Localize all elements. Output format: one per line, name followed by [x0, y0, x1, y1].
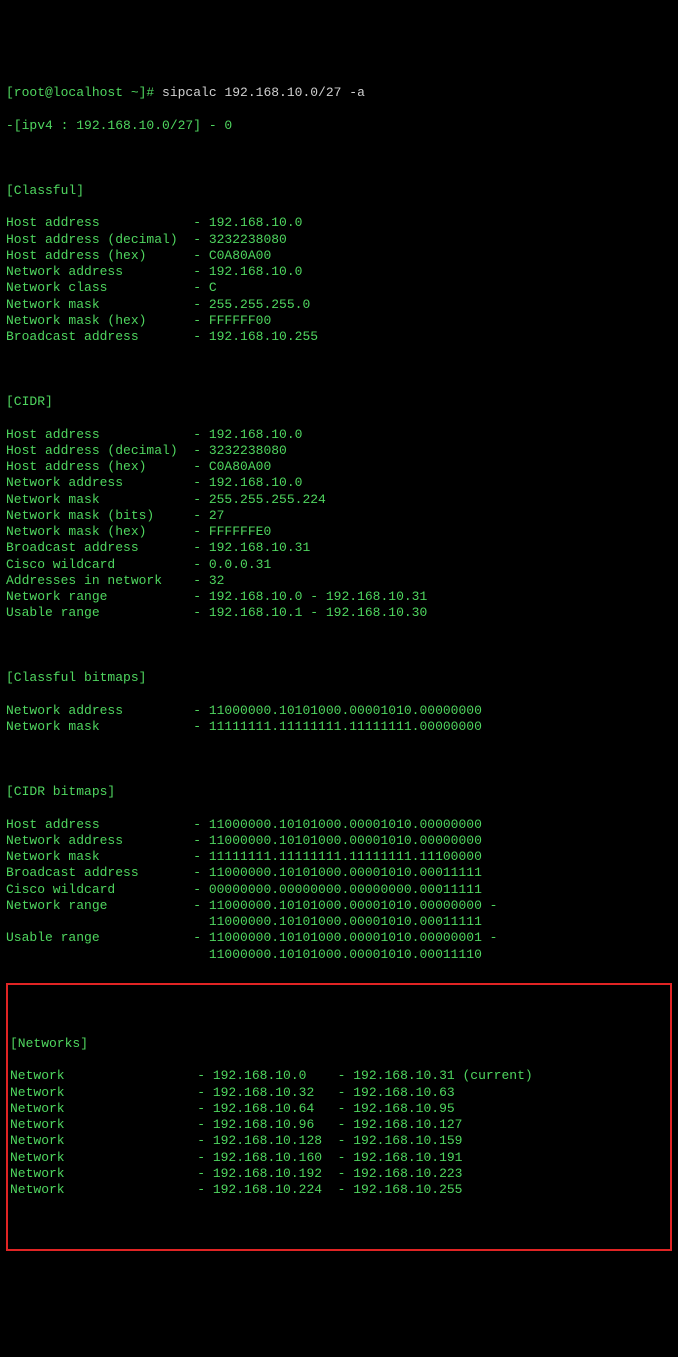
network-row: Network - 192.168.10.224 - 192.168.10.25… [10, 1182, 668, 1198]
blank-line [10, 1215, 668, 1231]
output-row: Network range - 192.168.10.0 - 192.168.1… [6, 589, 672, 605]
output-row: Host address (hex) - C0A80A00 [6, 248, 672, 264]
output-row: Cisco wildcard - 0.0.0.31 [6, 557, 672, 573]
output-row: 11000000.10101000.00001010.00011110 [6, 947, 672, 963]
output-row: Network address - 11000000.10101000.0000… [6, 833, 672, 849]
output-row: Network mask (hex) - FFFFFF00 [6, 313, 672, 329]
classful-bitmaps-title: [Classful bitmaps] [6, 670, 672, 686]
output-row: Broadcast address - 11000000.10101000.00… [6, 865, 672, 881]
output-row: Host address (decimal) - 3232238080 [6, 232, 672, 248]
blank-line [6, 752, 672, 768]
output-row: Host address - 11000000.10101000.0000101… [6, 817, 672, 833]
network-row: Network - 192.168.10.128 - 192.168.10.15… [10, 1133, 668, 1149]
classful-title: [Classful] [6, 183, 672, 199]
command-text: sipcalc 192.168.10.0/27 -a [162, 85, 365, 100]
output-row: 11000000.10101000.00001010.00011111 [6, 914, 672, 930]
classful-section: Host address - 192.168.10.0Host address … [6, 215, 672, 345]
output-row: Network address - 192.168.10.0 [6, 475, 672, 491]
output-row: Host address - 192.168.10.0 [6, 427, 672, 443]
output-row: Network mask (hex) - FFFFFFE0 [6, 524, 672, 540]
output-row: Host address (decimal) - 3232238080 [6, 443, 672, 459]
network-row: Network - 192.168.10.160 - 192.168.10.19… [10, 1150, 668, 1166]
cidr-bitmaps-section: Host address - 11000000.10101000.0000101… [6, 817, 672, 963]
output-row: Network mask - 11111111.11111111.1111111… [6, 719, 672, 735]
blank-line [10, 1003, 668, 1019]
networks-highlight-box: [Networks] Network - 192.168.10.0 - 192.… [6, 983, 672, 1251]
cidr-title: [CIDR] [6, 394, 672, 410]
terminal-output: [root@localhost ~]# sipcalc 192.168.10.0… [6, 69, 672, 1271]
networks-title: [Networks] [10, 1036, 668, 1052]
classful-bitmaps-section: Network address - 11000000.10101000.0000… [6, 703, 672, 736]
network-row: Network - 192.168.10.64 - 192.168.10.95 [10, 1101, 668, 1117]
output-row: Addresses in network - 32 [6, 573, 672, 589]
output-row: Network class - C [6, 280, 672, 296]
networks-section: Network - 192.168.10.0 - 192.168.10.31 (… [10, 1068, 668, 1198]
output-row: Usable range - 11000000.10101000.0000101… [6, 930, 672, 946]
network-row: Network - 192.168.10.32 - 192.168.10.63 [10, 1085, 668, 1101]
output-row: Network address - 192.168.10.0 [6, 264, 672, 280]
cidr-bitmaps-title: [CIDR bitmaps] [6, 784, 672, 800]
cidr-section: Host address - 192.168.10.0Host address … [6, 427, 672, 622]
output-row: Broadcast address - 192.168.10.255 [6, 329, 672, 345]
output-row: Host address (hex) - C0A80A00 [6, 459, 672, 475]
output-row: Cisco wildcard - 00000000.00000000.00000… [6, 882, 672, 898]
blank-line [6, 362, 672, 378]
output-row: Network mask - 255.255.255.224 [6, 492, 672, 508]
prompt-prefix: [root@localhost ~]# [6, 85, 162, 100]
output-row: Host address - 192.168.10.0 [6, 215, 672, 231]
output-row: Network mask (bits) - 27 [6, 508, 672, 524]
output-row: Network mask - 255.255.255.0 [6, 297, 672, 313]
blank-line [6, 150, 672, 166]
blank-line [6, 638, 672, 654]
network-row: Network - 192.168.10.0 - 192.168.10.31 (… [10, 1068, 668, 1084]
network-row: Network - 192.168.10.96 - 192.168.10.127 [10, 1117, 668, 1133]
output-row: Network mask - 11111111.11111111.1111111… [6, 849, 672, 865]
output-row: Usable range - 192.168.10.1 - 192.168.10… [6, 605, 672, 621]
output-row: Broadcast address - 192.168.10.31 [6, 540, 672, 556]
header-line: -[ipv4 : 192.168.10.0/27] - 0 [6, 118, 672, 134]
output-row: Network range - 11000000.10101000.000010… [6, 898, 672, 914]
output-row: Network address - 11000000.10101000.0000… [6, 703, 672, 719]
prompt-line: [root@localhost ~]# sipcalc 192.168.10.0… [6, 85, 672, 101]
network-row: Network - 192.168.10.192 - 192.168.10.22… [10, 1166, 668, 1182]
